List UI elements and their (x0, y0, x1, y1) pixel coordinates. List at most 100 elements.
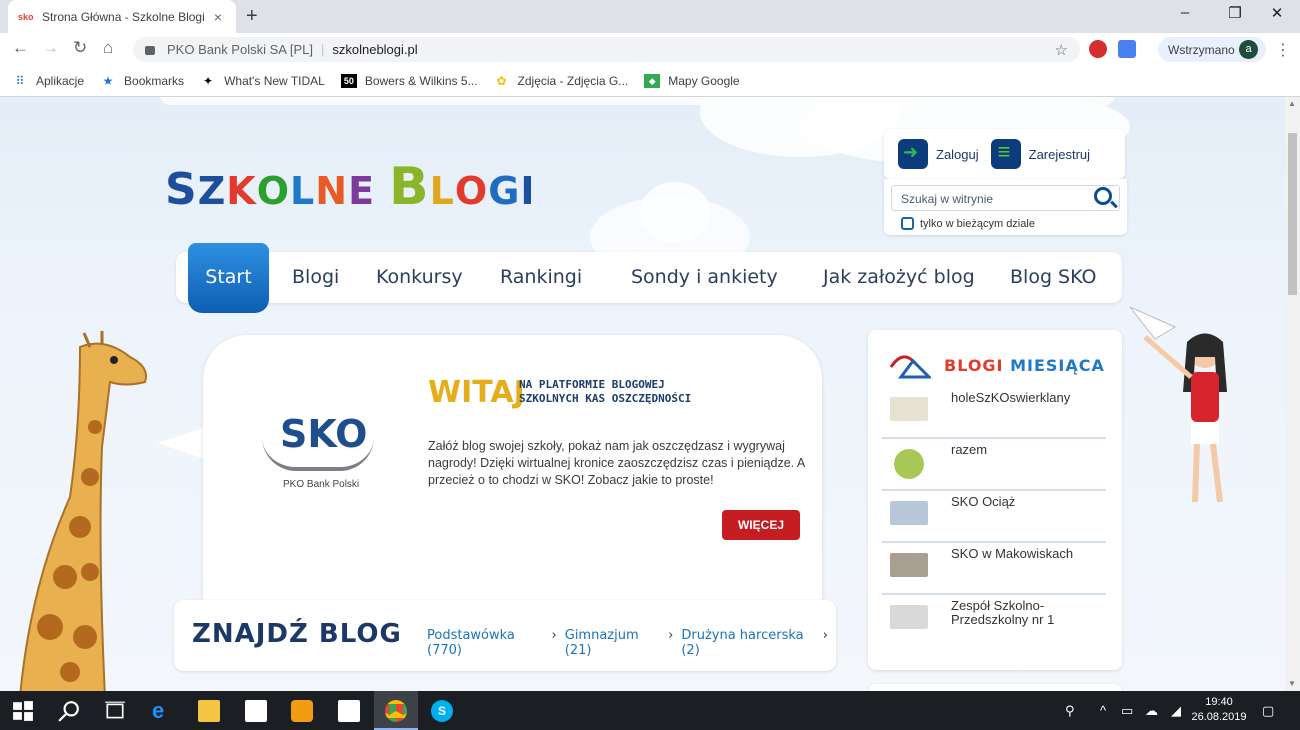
close-tab-icon[interactable]: × (210, 9, 226, 25)
category-link-scouts[interactable]: Drużyna harcerska (2) (681, 628, 818, 658)
store-icon[interactable] (245, 700, 267, 722)
category-link-gimnazjum[interactable]: Gimnazjum (21) (565, 628, 664, 658)
edge-icon[interactable]: e (152, 700, 174, 722)
tagline-line: SZKOLNYCH KAS OSZCZĘDNOŚCI (519, 392, 692, 405)
site-logo[interactable]: S Z K O L N E B L O G I (165, 157, 536, 217)
bookmark-apps[interactable]: ⠿ Aplikacje (12, 74, 84, 88)
bookmark-bowers-wilkins[interactable]: 50 Bowers & Wilkins 5... (340, 74, 478, 88)
welcome-text: Załóż blog swojej szkoły, pokaż nam jak … (428, 439, 805, 487)
logo-letter: Z (197, 169, 227, 213)
address-bar[interactable]: PKO Bank Polski SA [PL] | szkolneblogi.p… (133, 37, 1080, 62)
chevron-up-icon[interactable]: ^ (1100, 703, 1106, 718)
more-button[interactable]: WIĘCEJ (722, 510, 800, 540)
system-clock[interactable]: 19:40 26.08.2019 (1184, 695, 1254, 725)
menu-item-start[interactable]: Start (188, 243, 269, 313)
back-arrow-icon[interactable]: ← (12, 38, 29, 58)
blog-list-item[interactable]: Zespół Szkolno-Przedszkolny nr 1 (882, 595, 1106, 647)
app-icon[interactable] (291, 700, 313, 722)
translate-extension-icon[interactable] (1118, 40, 1136, 58)
blog-list-item[interactable]: SKO Ociąż (882, 491, 1106, 543)
sko-logo-arc (262, 437, 374, 471)
menu-item-konkursy[interactable]: Konkursy (376, 266, 463, 288)
find-blog-title: ZNAJDŹ BLOG (192, 619, 402, 649)
bw-50-icon: 50 (340, 74, 357, 88)
opera-extension-icon[interactable] (1089, 40, 1107, 58)
browser-menu-icon[interactable]: ⋮ (1275, 40, 1291, 60)
bookmark-label: Mapy Google (668, 74, 740, 88)
menu-item-blog-sko[interactable]: Blog SKO (1010, 266, 1096, 288)
scroll-up-icon[interactable]: ▲ (1288, 99, 1296, 108)
logo-letter: G (488, 169, 521, 213)
browser-tab[interactable]: sko Strona Główna - Szkolne Blogi × (8, 0, 236, 33)
battery-icon[interactable]: ▭ (1121, 703, 1133, 719)
wifi-icon[interactable]: ◢ (1171, 703, 1181, 719)
profile-button[interactable]: Wstrzymano a (1158, 37, 1266, 62)
page-scrollbar[interactable]: ▲ ▼ (1285, 97, 1300, 691)
cloud-icon[interactable]: ☁ (1145, 703, 1158, 719)
menu-item-sondy[interactable]: Sondy i ankiety (631, 266, 778, 288)
bookmark-label: Zdjęcia - Zdjęcia G... (517, 74, 629, 88)
clock-date: 26.08.2019 (1191, 711, 1247, 723)
checkbox-icon[interactable] (901, 217, 914, 230)
forward-arrow-icon[interactable]: → (42, 38, 59, 58)
blog-thumbnail (894, 449, 924, 479)
blog-thumbnail (890, 397, 928, 421)
bookmark-google-maps[interactable]: ◆ Mapy Google (644, 74, 740, 88)
minimize-button[interactable]: – (1162, 4, 1208, 21)
blog-list-item[interactable]: SKO w Makowiskach (882, 543, 1106, 595)
new-tab-button[interactable]: + (246, 5, 258, 28)
blog-name: SKO w Makowiskach (951, 546, 1074, 561)
chevron-right-icon: › (551, 628, 557, 643)
paper-plane-icon (889, 355, 931, 379)
menu-item-jak-zalozyc[interactable]: Jak założyć blog (823, 266, 975, 288)
girl-illustration (1129, 306, 1227, 503)
chrome-icon[interactable] (385, 700, 407, 722)
logo-letter: E (348, 169, 376, 213)
bookmarks-bar: ⠿ Aplikacje ★ Bookmarks ✦ What's New TID… (0, 66, 1300, 97)
maximize-button[interactable]: ❐ (1212, 4, 1258, 22)
tab-strip: sko Strona Główna - Szkolne Blogi × + – … (0, 0, 1300, 33)
welcome-tagline: NA PLATFORMIE BLOGOWEJ SZKOLNYCH KAS OSZ… (519, 378, 691, 406)
logo-letter: I (520, 169, 536, 213)
menu-item-blogi[interactable]: Blogi (292, 266, 339, 288)
reload-icon[interactable]: ↻ (73, 38, 87, 58)
search-scope-checkbox[interactable]: tylko w bieżącym dziale (901, 217, 1035, 230)
bookmark-bookmarks[interactable]: ★ Bookmarks (100, 74, 184, 88)
logo-letter: O (454, 169, 489, 213)
skype-icon[interactable]: S (431, 700, 453, 722)
bookmark-star-icon[interactable]: ☆ (1055, 41, 1068, 59)
star-icon: ★ (102, 74, 114, 88)
mail-icon[interactable] (338, 700, 360, 722)
menu-item-rankingi[interactable]: Rankingi (500, 266, 582, 288)
category-link-primary[interactable]: Podstawówka (770) (427, 628, 548, 658)
scrollbar-thumb[interactable] (1288, 133, 1297, 295)
tab-title: Strona Główna - Szkolne Blogi (42, 9, 205, 24)
bookmark-label: Bowers & Wilkins 5... (364, 74, 478, 88)
login-link[interactable]: Zaloguj (898, 139, 979, 169)
search-icon[interactable] (1094, 187, 1112, 205)
windows-taskbar: e S ⚲ ^ ▭ ☁ ◢ 19:40 26.08.2019 ▢ (0, 691, 1300, 730)
google-maps-icon: ◆ (644, 74, 661, 88)
bookmark-tidal[interactable]: ✦ What's New TIDAL (200, 74, 325, 88)
search-input[interactable]: Szukaj w witrynie (891, 185, 1120, 211)
profile-status: Wstrzymano (1168, 42, 1235, 57)
close-window-button[interactable]: ✕ (1254, 4, 1300, 22)
logo-letter: B (389, 157, 430, 217)
register-link[interactable]: Zarejestruj (990, 139, 1090, 169)
tagline-line: NA PLATFORMIE BLOGOWEJ (519, 378, 665, 391)
home-icon[interactable]: ⌂ (103, 38, 113, 58)
cloud-decoration (640, 182, 710, 242)
bookmark-google-photos[interactable]: ✿ Zdjęcia - Zdjęcia G... (494, 74, 629, 88)
blog-list-item[interactable]: razem (882, 439, 1106, 491)
search-icon[interactable] (58, 700, 80, 722)
people-icon[interactable]: ⚲ (1065, 703, 1075, 719)
file-explorer-icon[interactable] (198, 700, 220, 722)
logo-letter: N (315, 169, 349, 213)
chevron-right-icon: › (668, 628, 674, 643)
blog-list-item[interactable]: holeSzKOswierklany (882, 387, 1106, 439)
notifications-icon[interactable]: ▢ (1262, 703, 1274, 719)
scroll-down-icon[interactable]: ▼ (1288, 679, 1296, 688)
windows-start-icon[interactable] (12, 700, 34, 722)
top-strip (160, 97, 1115, 105)
task-view-icon[interactable] (104, 700, 126, 722)
